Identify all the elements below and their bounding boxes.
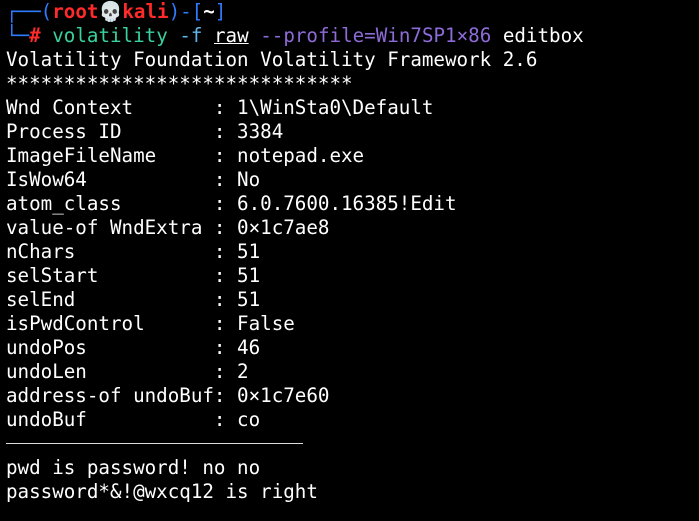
output-banner: Volatility Foundation Volatility Framewo… <box>6 48 538 71</box>
output-stars: ****************************** <box>6 72 353 95</box>
prompt-end: ] <box>214 0 227 23</box>
output-row: undoLen : 2 <box>6 360 249 383</box>
output-row: value-of WndExtra : 0×1c7ae8 <box>6 216 330 239</box>
output-row: IsWow64 : No <box>6 168 261 191</box>
command-file: raw <box>214 24 249 47</box>
output-row: undoPos : 46 <box>6 336 261 359</box>
content-line: password*&!@wxcq12 is right <box>6 480 318 503</box>
output-row: atom_class : 6.0.7600.16385!Edit <box>6 192 457 215</box>
separator-line <box>6 432 699 456</box>
command-line[interactable]: └─# volatility -f raw --profile=Win7SP1×… <box>6 24 699 48</box>
output-row: ImageFileName : notepad.exe <box>6 144 365 167</box>
command-profile: --profile=Win7SP1×86 <box>260 24 492 47</box>
terminal-window[interactable]: ┌──(root💀kali)-[~] └─# volatility -f raw… <box>0 0 699 521</box>
skull-icon: 💀 <box>98 0 123 23</box>
prompt-corner-top: ┌──( <box>6 0 53 23</box>
command-plugin: editbox <box>502 24 584 47</box>
command-program: volatility <box>52 24 168 47</box>
prompt-user: root <box>52 0 99 23</box>
output-row: selEnd : 51 <box>6 288 261 311</box>
prompt-host: kali <box>122 0 169 23</box>
prompt-line-top: ┌──(root💀kali)-[~] <box>6 0 699 24</box>
output-row: nChars : 51 <box>6 240 261 263</box>
prompt-corner-bottom: └─ <box>6 24 30 47</box>
prompt-mid: )-[ <box>168 0 204 23</box>
output-row: selStart : 51 <box>6 264 261 287</box>
output-row: isPwdControl : False <box>6 312 295 335</box>
prompt-dir: ~ <box>203 0 215 23</box>
output-row: address-of undoBuf: 0×1c7e60 <box>6 384 330 407</box>
output-row: Wnd Context : 1\WinSta0\Default <box>6 96 434 119</box>
output-row: Process ID : 3384 <box>6 120 284 143</box>
output-row: undoBuf : co <box>6 408 261 431</box>
prompt-hash: # <box>29 24 41 47</box>
command-flag: -f <box>179 24 203 47</box>
content-line: pwd is password! no no <box>6 456 261 479</box>
